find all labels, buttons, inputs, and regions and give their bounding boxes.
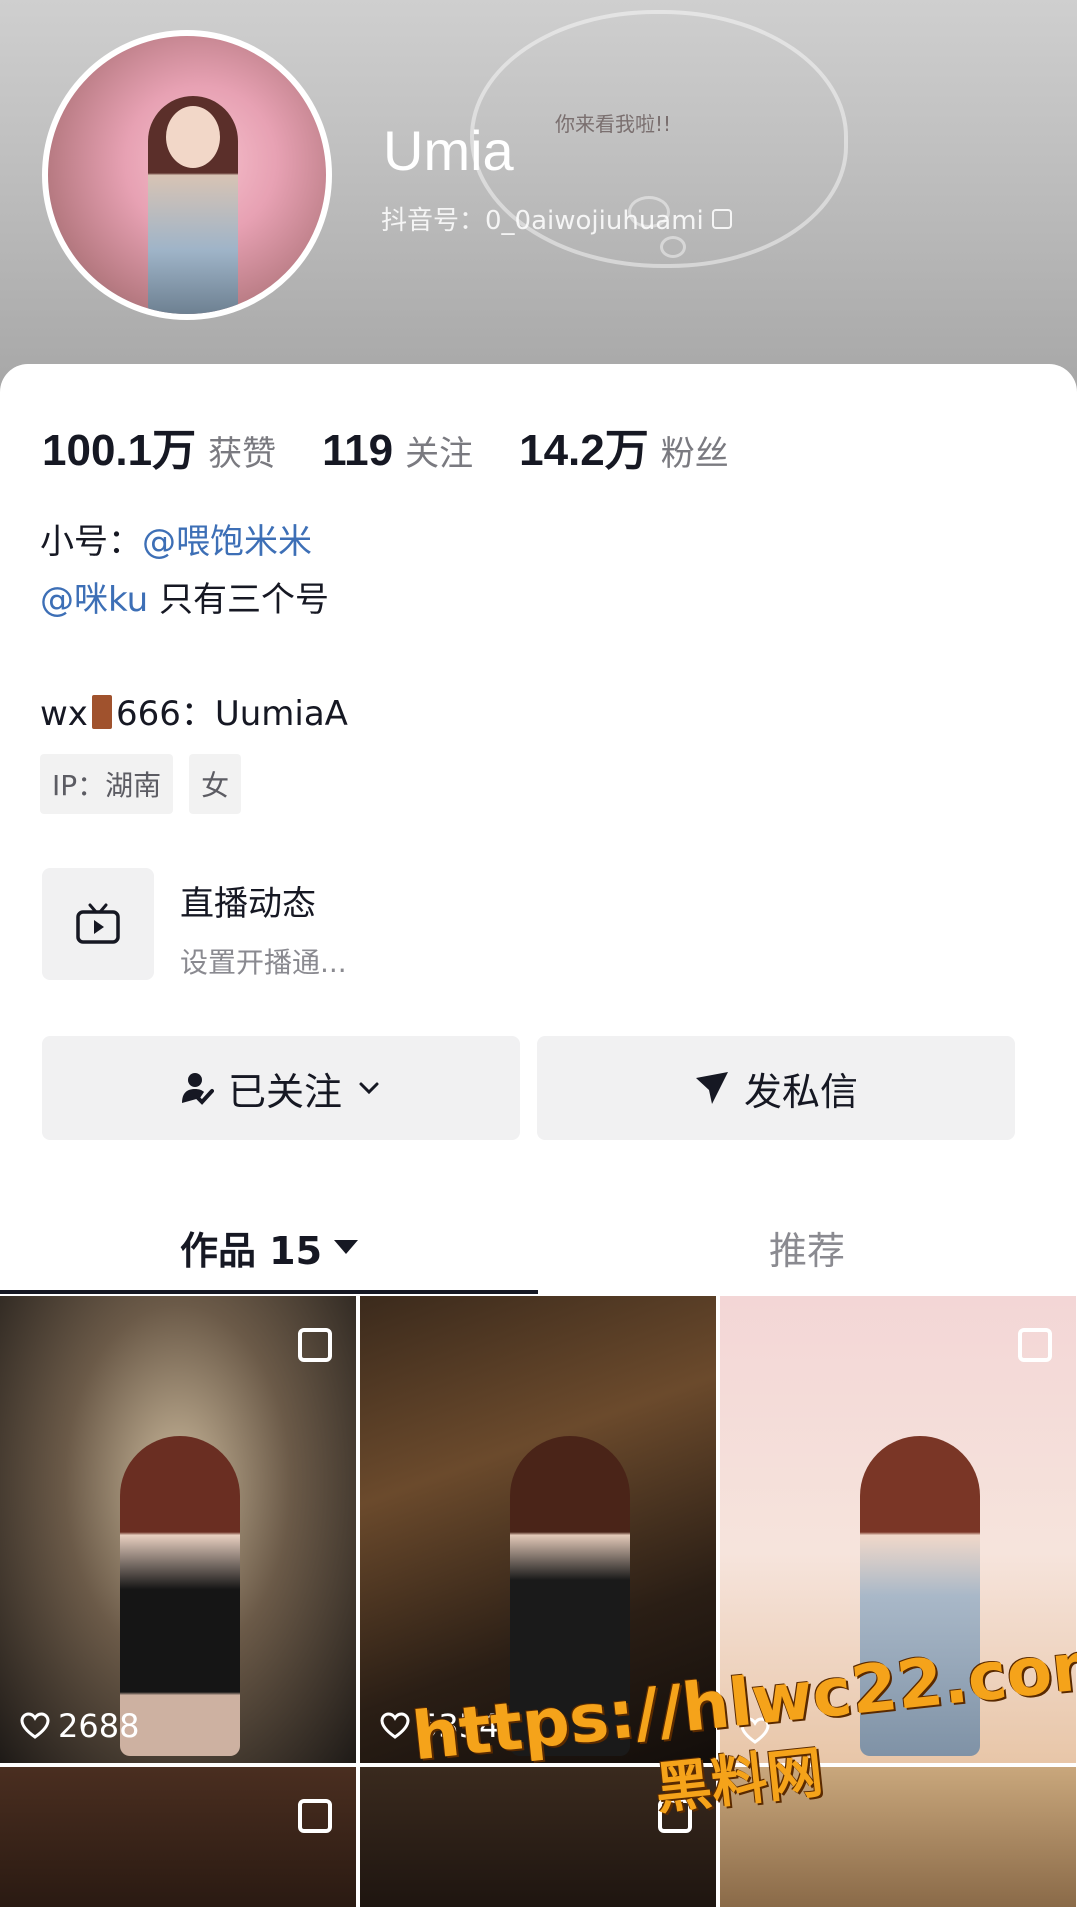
- douyin-id[interactable]: 抖音号：0_0aiwojiuhuami: [381, 200, 732, 237]
- like-count: 2688: [20, 1707, 139, 1745]
- bubble-decoration: [660, 236, 686, 258]
- live-status-card[interactable]: 直播动态 设置开播通...: [42, 868, 347, 981]
- content-tabs: 作品 15 推荐: [0, 1204, 1077, 1294]
- stat-following-label: 关注: [405, 434, 474, 474]
- user-check-icon: [181, 1073, 214, 1105]
- bio-link[interactable]: @喂饱米米: [142, 522, 312, 562]
- bio-text: 只有三个号: [148, 580, 330, 620]
- following-label: 已关注: [227, 1069, 342, 1114]
- stat-fans-label: 粉丝: [660, 434, 729, 474]
- profile-tags: IP：湖南 女: [40, 754, 242, 814]
- bio-line: 小号：@喂饱米米: [40, 514, 312, 563]
- douyin-id-text: 抖音号：0_0aiwojiuhuami: [381, 206, 704, 236]
- gender-tag: 女: [189, 754, 242, 814]
- stat-following-value: 119: [322, 426, 394, 475]
- multi-image-icon: [298, 1328, 332, 1362]
- wx-prefix: wx: [40, 694, 88, 734]
- like-count-value: 2688: [58, 1707, 140, 1745]
- copy-icon[interactable]: [711, 208, 732, 229]
- tab-recommend-label: 推荐: [768, 1228, 845, 1273]
- heart-icon: [380, 1712, 410, 1739]
- stats-row: 100.1万 获赞 119 关注 14.2万 粉丝: [42, 414, 775, 478]
- tab-works-label: 作品 15: [179, 1228, 323, 1273]
- video-thumbnail[interactable]: 2688: [0, 1296, 356, 1763]
- video-thumbnail[interactable]: [0, 1767, 356, 1907]
- following-button[interactable]: 已关注: [42, 1036, 520, 1140]
- heart-icon: [20, 1712, 50, 1739]
- bio-link[interactable]: @咪ku: [40, 580, 148, 620]
- multi-image-icon: [298, 1799, 332, 1833]
- ip-tag: IP：湖南: [40, 754, 174, 814]
- send-message-label: 发私信: [743, 1069, 858, 1114]
- tv-icon: [76, 903, 120, 944]
- username: Umia: [383, 119, 514, 182]
- multi-image-icon: [1018, 1328, 1052, 1362]
- live-title: 直播动态: [180, 884, 316, 924]
- stat-likes-label: 获赞: [208, 434, 277, 474]
- tab-recommend[interactable]: 推荐: [538, 1204, 1076, 1290]
- stat-fans[interactable]: 14.2万 粉丝: [519, 414, 729, 478]
- bio-wx-line: wx 666：UumiaA: [40, 686, 348, 735]
- cloud-caption: 你来看我啦!!: [555, 112, 672, 136]
- chevron-down-icon: [359, 1082, 379, 1095]
- tab-works[interactable]: 作品 15: [0, 1204, 538, 1290]
- active-tab-indicator: [0, 1290, 538, 1294]
- send-icon: [695, 1072, 728, 1104]
- stat-likes-value: 100.1万: [42, 426, 197, 475]
- avatar[interactable]: [42, 30, 332, 320]
- send-message-button[interactable]: 发私信: [537, 1036, 1015, 1140]
- stat-following[interactable]: 119 关注: [322, 426, 473, 476]
- bio-prefix: 小号：: [40, 522, 142, 562]
- door-emoji-icon: [91, 695, 112, 729]
- bio-line: @咪ku 只有三个号: [40, 572, 329, 621]
- stat-likes[interactable]: 100.1万 获赞: [42, 414, 276, 478]
- stat-fans-value: 14.2万: [519, 426, 649, 475]
- live-subtitle: 设置开播通...: [180, 946, 347, 979]
- wx-text: 666：UumiaA: [115, 694, 348, 734]
- live-icon-box: [42, 868, 154, 980]
- caret-down-icon: [334, 1240, 359, 1254]
